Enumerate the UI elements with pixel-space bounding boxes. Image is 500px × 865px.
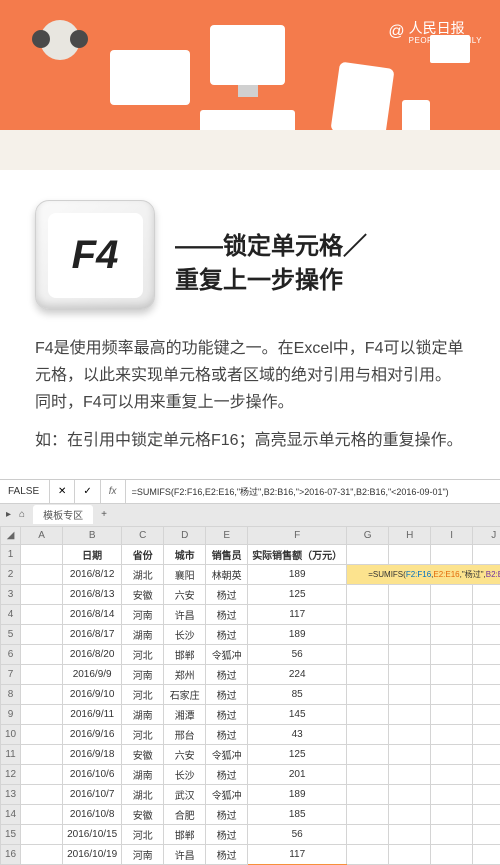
name-box[interactable]: FALSE — [0, 480, 50, 503]
brand-logo: @ 人民日报 PEOPLE' S DAILY — [388, 18, 482, 45]
title-line-2: 重复上一步操作 — [175, 264, 465, 298]
formula-input[interactable]: =SUMIFS(F2:F16,E2:E16,"杨过",B2:B16,">2016… — [126, 485, 500, 498]
laptop-icon — [110, 50, 190, 105]
key-label: F4 — [48, 213, 143, 298]
col-header[interactable]: E — [206, 526, 248, 544]
at-icon: @ — [388, 23, 404, 41]
col-header[interactable]: C — [122, 526, 164, 544]
dropdown-icon[interactable]: ▸ — [6, 509, 11, 520]
table-row: 152016/10/15河北邯郸杨过56 — [1, 824, 500, 844]
table-row: 62016/8/20河北邯郸令狐冲56 — [1, 644, 500, 664]
row-header[interactable]: 12 — [1, 764, 21, 784]
editing-cell[interactable]: =SUMIFS(F2:F16,E2:E16,"杨过",B2:B16,">201 — [347, 564, 500, 584]
headphones-icon — [40, 20, 80, 60]
excel-screenshot: FALSE ✕ ✓ fx =SUMIFS(F2:F16,E2:E16,"杨过",… — [0, 479, 500, 865]
row-header[interactable]: 7 — [1, 664, 21, 684]
row-header[interactable]: 6 — [1, 644, 21, 664]
monitor-icon — [210, 25, 285, 85]
table-row: 32016/8/13安徽六安杨过125 — [1, 584, 500, 604]
row-header[interactable]: 13 — [1, 784, 21, 804]
add-tab-icon[interactable]: + — [101, 509, 107, 520]
col-header[interactable]: I — [431, 526, 473, 544]
table-row: 102016/9/16河北邢台杨过43 — [1, 724, 500, 744]
col-header[interactable]: G — [347, 526, 389, 544]
col-header[interactable]: J — [473, 526, 500, 544]
table-row: 162016/10/19河南许昌杨过117 — [1, 844, 500, 864]
cancel-icon[interactable]: ✕ — [50, 480, 75, 503]
sheet-tab-row: ▸ ⌂ 模板专区 + — [0, 504, 500, 526]
row-header[interactable]: 11 — [1, 744, 21, 764]
table-row: 142016/10/8安徽合肥杨过185 — [1, 804, 500, 824]
sheet-tab[interactable]: 模板专区 — [33, 505, 93, 524]
desk-surface — [0, 130, 500, 170]
table-row: 82016/9/10河北石家庄杨过85 — [1, 684, 500, 704]
row-header[interactable]: 9 — [1, 704, 21, 724]
brand-sub: PEOPLE' S DAILY — [409, 36, 482, 45]
home-icon[interactable]: ⌂ — [19, 509, 25, 520]
brand-name: 人民日报 — [409, 20, 465, 36]
keyboard-key: F4 — [35, 200, 155, 310]
confirm-icon[interactable]: ✓ — [75, 480, 100, 503]
col-header[interactable]: B — [63, 526, 122, 544]
select-all-cell[interactable]: ◢ — [1, 526, 21, 544]
row-header[interactable]: 15 — [1, 824, 21, 844]
table-row: 122016/10/6湖南长沙杨过201 — [1, 764, 500, 784]
column-header-row: ◢ A B C D E F G H I J K — [1, 526, 500, 544]
formula-bar: FALSE ✕ ✓ fx =SUMIFS(F2:F16,E2:E16,"杨过",… — [0, 480, 500, 504]
table-row: 92016/9/11湖南湘潭杨过145 — [1, 704, 500, 724]
table-row: 72016/9/9河南郑州杨过224 — [1, 664, 500, 684]
row-header[interactable]: 8 — [1, 684, 21, 704]
row-header[interactable]: 10 — [1, 724, 21, 744]
row-header[interactable]: 16 — [1, 844, 21, 864]
description-1: F4是使用频率最高的功能键之一。在Excel中，F4可以锁定单元格，以此来实现单… — [35, 335, 465, 417]
col-header[interactable]: H — [389, 526, 431, 544]
col-header[interactable]: A — [21, 526, 63, 544]
spreadsheet-grid[interactable]: ◢ A B C D E F G H I J K 1日期省份城市销售员实际销售额（… — [0, 526, 500, 865]
table-header-row: 1日期省份城市销售员实际销售额（万元） — [1, 544, 500, 564]
table-row: 42016/8/14河南许昌杨过117 — [1, 604, 500, 624]
col-header[interactable]: F — [248, 526, 347, 544]
tablet-icon — [330, 62, 394, 139]
table-row: 112016/9/18安徽六安令狐冲125 — [1, 744, 500, 764]
row-header[interactable]: 14 — [1, 804, 21, 824]
row-header[interactable]: 3 — [1, 584, 21, 604]
table-row: 132016/10/7湖北武汉令狐冲189 — [1, 784, 500, 804]
fx-icon[interactable]: fx — [101, 480, 126, 503]
col-header[interactable]: D — [164, 526, 206, 544]
table-row: 52016/8/17湖南长沙杨过189 — [1, 624, 500, 644]
description-2: 如：在引用中锁定单元格F16；高亮显示单元格的重复操作。 — [35, 427, 465, 454]
row-header[interactable]: 2 — [1, 564, 21, 584]
row-header[interactable]: 5 — [1, 624, 21, 644]
header-banner: @ 人民日报 PEOPLE' S DAILY — [0, 0, 500, 170]
row-header[interactable]: 1 — [1, 544, 21, 564]
row-header[interactable]: 4 — [1, 604, 21, 624]
table-row: 22016/8/12湖北襄阳林朝英189=SUMIFS(F2:F16,E2:E1… — [1, 564, 500, 584]
title-line-1: ——锁定单元格／ — [175, 230, 465, 264]
